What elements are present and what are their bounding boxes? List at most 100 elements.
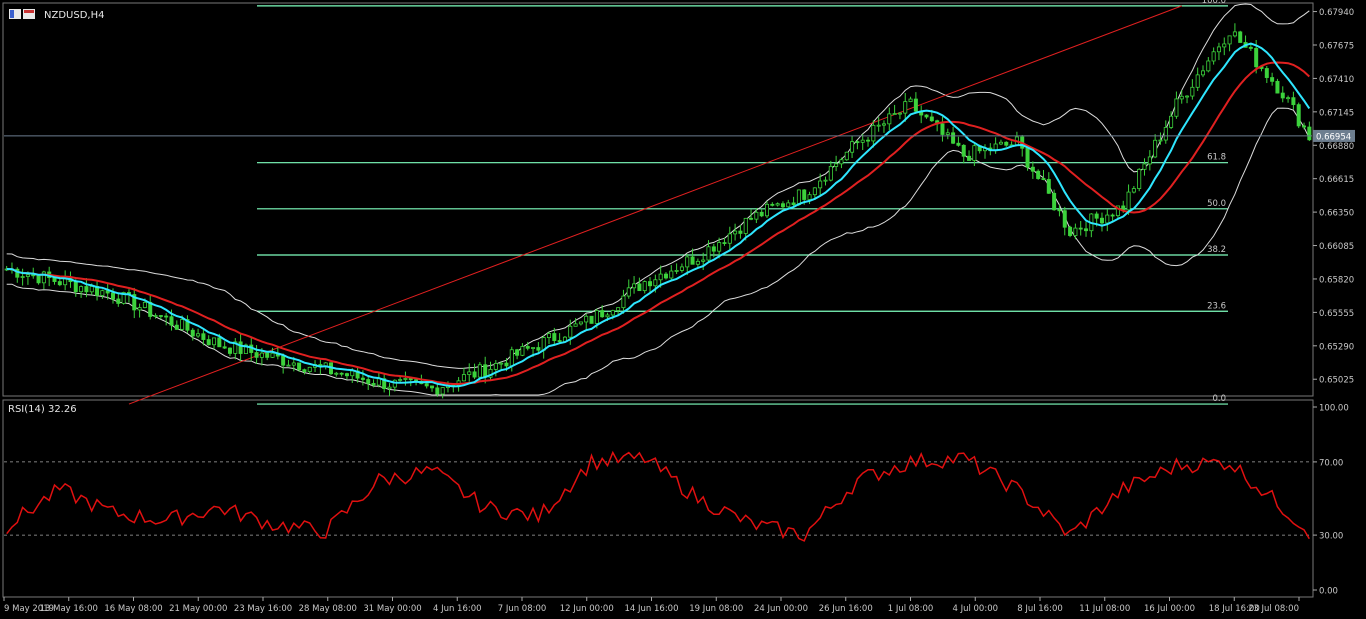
- candle-body: [1238, 31, 1243, 43]
- time-tick-label: 24 Jun 00:00: [754, 604, 808, 614]
- candle-body: [281, 355, 286, 366]
- candle-body: [1153, 139, 1158, 158]
- candle-body: [743, 217, 748, 234]
- candle-body: [786, 202, 791, 208]
- candle-body: [685, 256, 690, 268]
- candle-body: [1068, 226, 1073, 236]
- candle-body: [424, 383, 429, 387]
- candle-body: [951, 132, 956, 144]
- candle-body: [1201, 70, 1206, 76]
- candle-body: [499, 362, 504, 365]
- candle-body: [557, 340, 562, 343]
- candle-body: [780, 203, 785, 208]
- candle-body: [196, 333, 201, 337]
- candle-body: [648, 281, 653, 287]
- candle-body: [839, 159, 844, 165]
- candle-body: [823, 179, 828, 182]
- candle-body: [754, 211, 759, 220]
- candle-body: [765, 203, 770, 217]
- candle-body: [972, 145, 977, 161]
- candle-body: [158, 315, 163, 317]
- candle-body: [850, 141, 855, 153]
- candle-body: [1270, 77, 1275, 82]
- candle-body: [259, 352, 264, 358]
- candle-body: [31, 274, 36, 277]
- price-tick-label: 0.65555: [1319, 309, 1354, 319]
- candle-body: [531, 347, 536, 349]
- fib-level-label: 23.6: [1207, 301, 1226, 311]
- candle-body: [663, 273, 668, 279]
- price-tick-label: 0.66085: [1319, 242, 1354, 252]
- time-tick-label: 7 Jun 08:00: [498, 604, 547, 614]
- candle-body: [802, 189, 807, 200]
- candle-body: [701, 259, 706, 262]
- candle-body: [956, 142, 961, 146]
- candle-body: [1216, 46, 1221, 53]
- candle-body: [1254, 47, 1259, 68]
- candle-body: [679, 266, 684, 271]
- candle-body: [866, 139, 871, 142]
- candle-body: [881, 123, 886, 126]
- candle-body: [828, 166, 833, 181]
- candle-body: [637, 283, 642, 292]
- candle-body: [440, 387, 445, 395]
- candle-body: [897, 112, 902, 115]
- candle-body: [818, 180, 823, 189]
- candle-body: [1227, 35, 1232, 45]
- candle-body: [711, 246, 716, 252]
- candle-body: [430, 385, 435, 389]
- candle-body: [594, 310, 599, 324]
- time-tick-label: 23 May 16:00: [234, 604, 292, 614]
- candle-body: [153, 315, 158, 317]
- candle-body: [89, 286, 94, 293]
- price-tick-label: 0.66880: [1319, 142, 1354, 152]
- candle-body: [73, 281, 78, 293]
- candle-body: [515, 349, 520, 356]
- candle-body: [653, 279, 658, 287]
- fib-level-label: 100.0: [1202, 0, 1226, 6]
- time-tick-label: 8 Jul 16:00: [1017, 604, 1063, 614]
- candle-body: [212, 337, 217, 346]
- candle-body: [174, 324, 179, 330]
- candle-body: [844, 151, 849, 161]
- candle-body: [1248, 46, 1253, 49]
- candle-body: [1280, 92, 1285, 99]
- candle-body: [116, 298, 121, 304]
- time-tick-label: 4 Jun 16:00: [433, 604, 482, 614]
- candle-body: [1084, 228, 1089, 232]
- candle-body: [924, 114, 929, 118]
- candle-body: [477, 364, 482, 378]
- candle-body: [360, 377, 365, 380]
- candle-body: [1052, 192, 1057, 211]
- candle-body: [1030, 166, 1035, 172]
- candle-body: [371, 383, 376, 386]
- candle-body: [238, 341, 243, 354]
- candle-body: [169, 316, 174, 326]
- rsi-indicator-label: RSI(14) 32.26: [8, 404, 77, 415]
- fib-level-label: 0.0: [1212, 394, 1226, 404]
- candle-body: [339, 372, 344, 375]
- candle-body: [1158, 139, 1163, 142]
- candle-body: [100, 290, 105, 296]
- candle-body: [961, 144, 966, 157]
- candle-body: [1062, 210, 1067, 228]
- candle-body: [525, 346, 530, 349]
- candle-body: [749, 217, 754, 220]
- candle-body: [57, 281, 62, 286]
- candle-body: [690, 256, 695, 265]
- price-chart[interactable]: NZDUSD,H4 RSI(14) 32.26 100.0 61.8 50.0 38.…: [0, 0, 1366, 619]
- candle-body: [573, 323, 578, 327]
- candle-body: [1174, 98, 1179, 117]
- candle-body: [547, 333, 552, 338]
- price-tick-label: 0.67675: [1319, 41, 1354, 51]
- candle-body: [190, 329, 195, 337]
- candle-body: [940, 123, 945, 135]
- candle-body: [344, 373, 349, 377]
- candle-body: [334, 372, 339, 375]
- candle-body: [913, 98, 918, 112]
- candle-body: [25, 274, 30, 277]
- candle-body: [1302, 125, 1307, 128]
- candle-body: [1179, 95, 1184, 100]
- candle-body: [1232, 31, 1237, 37]
- candle-body: [807, 194, 812, 200]
